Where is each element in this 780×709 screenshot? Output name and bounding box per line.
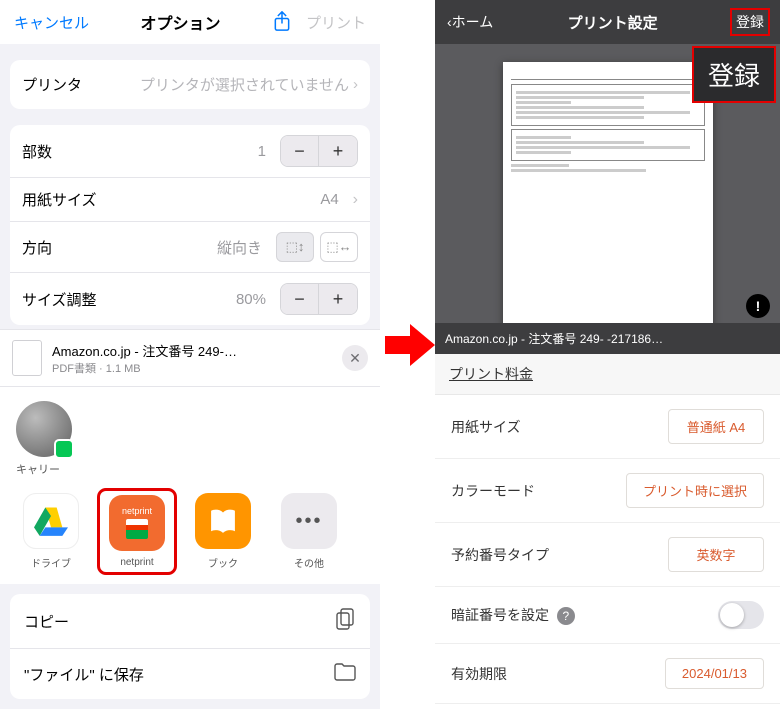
row-value[interactable]: プリント時に選択 bbox=[626, 473, 764, 508]
info-icon[interactable]: ! bbox=[746, 294, 770, 318]
printer-row[interactable]: プリンタ プリンタが選択されていません › bbox=[10, 60, 370, 109]
header: ‹ ホーム プリント設定 登録 bbox=[435, 0, 780, 44]
paper-value: A4 bbox=[320, 191, 338, 208]
app-label: ブック bbox=[208, 555, 238, 570]
books-icon bbox=[195, 493, 251, 549]
netprint-icon: netprint bbox=[109, 495, 165, 551]
orientation-value: 縦向き bbox=[217, 237, 262, 258]
share-icon[interactable] bbox=[272, 11, 292, 33]
row-label: 有効期限 bbox=[451, 664, 507, 684]
line-badge-icon bbox=[54, 439, 74, 459]
row-value[interactable]: 普通紙 A4 bbox=[668, 409, 764, 444]
pdf-icon bbox=[12, 340, 42, 376]
folder-icon bbox=[334, 663, 356, 685]
help-icon[interactable]: ? bbox=[557, 607, 575, 625]
header: キャンセル オプション プリント bbox=[0, 0, 380, 44]
app-label: その他 bbox=[294, 555, 324, 570]
minus-button[interactable]: − bbox=[281, 284, 319, 314]
plus-button[interactable]: + bbox=[319, 136, 357, 166]
file-card: Amazon.co.jp - 注文番号 249-… PDF書類 · 1.1 MB… bbox=[0, 329, 380, 387]
chevron-right-icon: › bbox=[353, 191, 358, 209]
row-label: 予約番号タイプ bbox=[451, 545, 549, 565]
share-apps: ドライブ netprint netprint ブック ••• その他 bbox=[0, 483, 380, 584]
pin-row: 暗証番号を設定 ? bbox=[435, 587, 780, 644]
contact-name: キャリー bbox=[16, 461, 60, 477]
copy-action[interactable]: コピー bbox=[10, 594, 370, 649]
orientation-label: 方向 bbox=[22, 237, 52, 258]
price-link[interactable]: プリント料金 bbox=[435, 354, 780, 395]
app-label: ドライブ bbox=[31, 555, 71, 570]
orientation-row: 方向 縦向き ⬚↕ ⬚↔ bbox=[10, 222, 370, 273]
landscape-button[interactable]: ⬚↔ bbox=[320, 232, 358, 262]
scale-row: サイズ調整 80% − + bbox=[10, 273, 370, 325]
row-label: 用紙サイズ bbox=[451, 417, 521, 437]
contact[interactable]: キャリー bbox=[0, 387, 380, 483]
register-button[interactable]: 登録 bbox=[732, 10, 768, 34]
app-drive[interactable]: ドライブ bbox=[16, 493, 86, 570]
row-value[interactable]: 英数字 bbox=[668, 537, 764, 572]
paper-size-row[interactable]: 用紙サイズ 普通紙 A4 bbox=[435, 395, 780, 459]
paper-label: 用紙サイズ bbox=[22, 189, 97, 210]
copies-row: 部数 1 − + bbox=[10, 125, 370, 178]
app-label: netprint bbox=[120, 557, 153, 568]
row-label: 暗証番号を設定 ? bbox=[451, 605, 575, 625]
close-icon[interactable]: ✕ bbox=[342, 345, 368, 371]
action-list: コピー "ファイル" に保存 bbox=[10, 594, 370, 699]
copies-label: 部数 bbox=[22, 141, 52, 162]
minus-button[interactable]: − bbox=[281, 136, 319, 166]
paper-row[interactable]: 用紙サイズ A4 › bbox=[10, 178, 370, 222]
preview-filename: Amazon.co.jp - 注文番号 249- -217186… bbox=[435, 323, 780, 354]
plus-button[interactable]: + bbox=[319, 284, 357, 314]
app-books[interactable]: ブック bbox=[188, 493, 258, 570]
color-mode-row[interactable]: カラーモード プリント時に選択 bbox=[435, 459, 780, 523]
printer-label: プリンタ bbox=[22, 74, 82, 95]
print-button-disabled: プリント bbox=[306, 12, 366, 33]
drive-icon bbox=[23, 493, 79, 549]
document-preview[interactable] bbox=[503, 62, 713, 330]
ios-print-sheet: キャンセル オプション プリント プリンタ プリンタが選択されていません › 部… bbox=[0, 0, 380, 709]
arrow-icon bbox=[385, 320, 435, 370]
row-label: カラーモード bbox=[451, 481, 535, 501]
app-more[interactable]: ••• その他 bbox=[274, 493, 344, 570]
back-button[interactable]: ‹ ホーム bbox=[447, 12, 493, 32]
pin-toggle[interactable] bbox=[718, 601, 764, 629]
copies-value: 1 bbox=[258, 143, 266, 160]
print-settings: 部数 1 − + 用紙サイズ A4 › 方向 縦向き ⬚↕ ⬚↔ bbox=[10, 125, 370, 325]
expiry-row[interactable]: 有効期限 2024/01/13 bbox=[435, 644, 780, 704]
printer-value: プリンタが選択されていません › bbox=[140, 74, 358, 95]
avatar bbox=[16, 401, 72, 457]
reserve-type-row[interactable]: 予約番号タイプ 英数字 bbox=[435, 523, 780, 587]
netprint-app: ‹ ホーム プリント設定 登録 登録 ! Amazon.co.jp - 注文番号… bbox=[435, 0, 780, 709]
print-settings: 用紙サイズ 普通紙 A4 カラーモード プリント時に選択 予約番号タイプ 英数字… bbox=[435, 395, 780, 709]
more-icon: ••• bbox=[281, 493, 337, 549]
title: プリント設定 bbox=[568, 12, 658, 33]
register-callout: 登録 bbox=[694, 48, 774, 101]
action-label: コピー bbox=[24, 611, 69, 632]
file-meta: PDF書類 · 1.1 MB bbox=[52, 360, 332, 376]
app-netprint[interactable]: netprint netprint bbox=[102, 493, 172, 570]
cancel-button[interactable]: キャンセル bbox=[14, 12, 89, 33]
chevron-right-icon: › bbox=[353, 76, 358, 93]
save-to-files-action[interactable]: "ファイル" に保存 bbox=[10, 649, 370, 699]
action-label: "ファイル" に保存 bbox=[24, 664, 144, 685]
scale-stepper[interactable]: − + bbox=[280, 283, 358, 315]
duplex-row[interactable]: 両面プリント プリント時に選択 bbox=[435, 704, 780, 709]
portrait-button[interactable]: ⬚↕ bbox=[276, 232, 314, 262]
scale-value: 80% bbox=[236, 291, 266, 308]
title: オプション bbox=[140, 10, 220, 34]
copy-icon bbox=[336, 608, 356, 634]
scale-label: サイズ調整 bbox=[22, 289, 97, 310]
file-name: Amazon.co.jp - 注文番号 249-… bbox=[52, 341, 332, 360]
copies-stepper[interactable]: − + bbox=[280, 135, 358, 167]
row-value[interactable]: 2024/01/13 bbox=[665, 658, 764, 689]
